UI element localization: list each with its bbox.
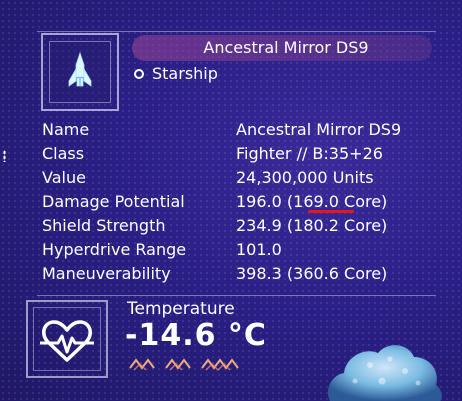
annotation-underline	[308, 210, 354, 213]
temperature-label: Temperature	[127, 299, 235, 319]
stat-label: Maneuverability	[42, 264, 171, 283]
item-icon-frame[interactable]	[41, 33, 119, 111]
stat-label: Name	[42, 120, 90, 139]
stat-label: Hyperdrive Range	[42, 240, 187, 259]
starship-icon	[68, 51, 92, 87]
resource-cloud-image	[327, 345, 442, 401]
stat-label: Class	[42, 144, 85, 163]
hazard-zigzag-icon	[129, 358, 239, 371]
stat-value: Ancestral Mirror DS9	[236, 120, 402, 139]
top-divider	[37, 31, 436, 32]
stat-label: Value	[42, 168, 86, 187]
stat-value: 24,300,000 Units	[236, 168, 374, 187]
stat-label: Shield Strength	[42, 216, 166, 235]
side-indicator	[3, 150, 6, 162]
item-type-label: Starship	[152, 64, 218, 83]
stat-value: 101.0	[236, 240, 282, 259]
stat-value: 398.3 (360.6 Core)	[236, 264, 388, 283]
item-type: Starship	[134, 64, 218, 84]
heart-rate-icon	[40, 320, 94, 362]
bottom-divider	[37, 295, 436, 296]
temperature-icon-frame	[26, 300, 108, 378]
stat-label: Damage Potential	[42, 192, 185, 211]
bullet-ring-icon	[134, 69, 144, 79]
temperature-value: -14.6 °C	[125, 318, 267, 353]
item-title: Ancestral Mirror DS9	[203, 38, 369, 57]
stat-value: 196.0 (169.0 Core)	[236, 192, 388, 211]
stat-value: 234.9 (180.2 Core)	[236, 216, 388, 235]
stat-value: Fighter // B:35+26	[236, 144, 383, 163]
